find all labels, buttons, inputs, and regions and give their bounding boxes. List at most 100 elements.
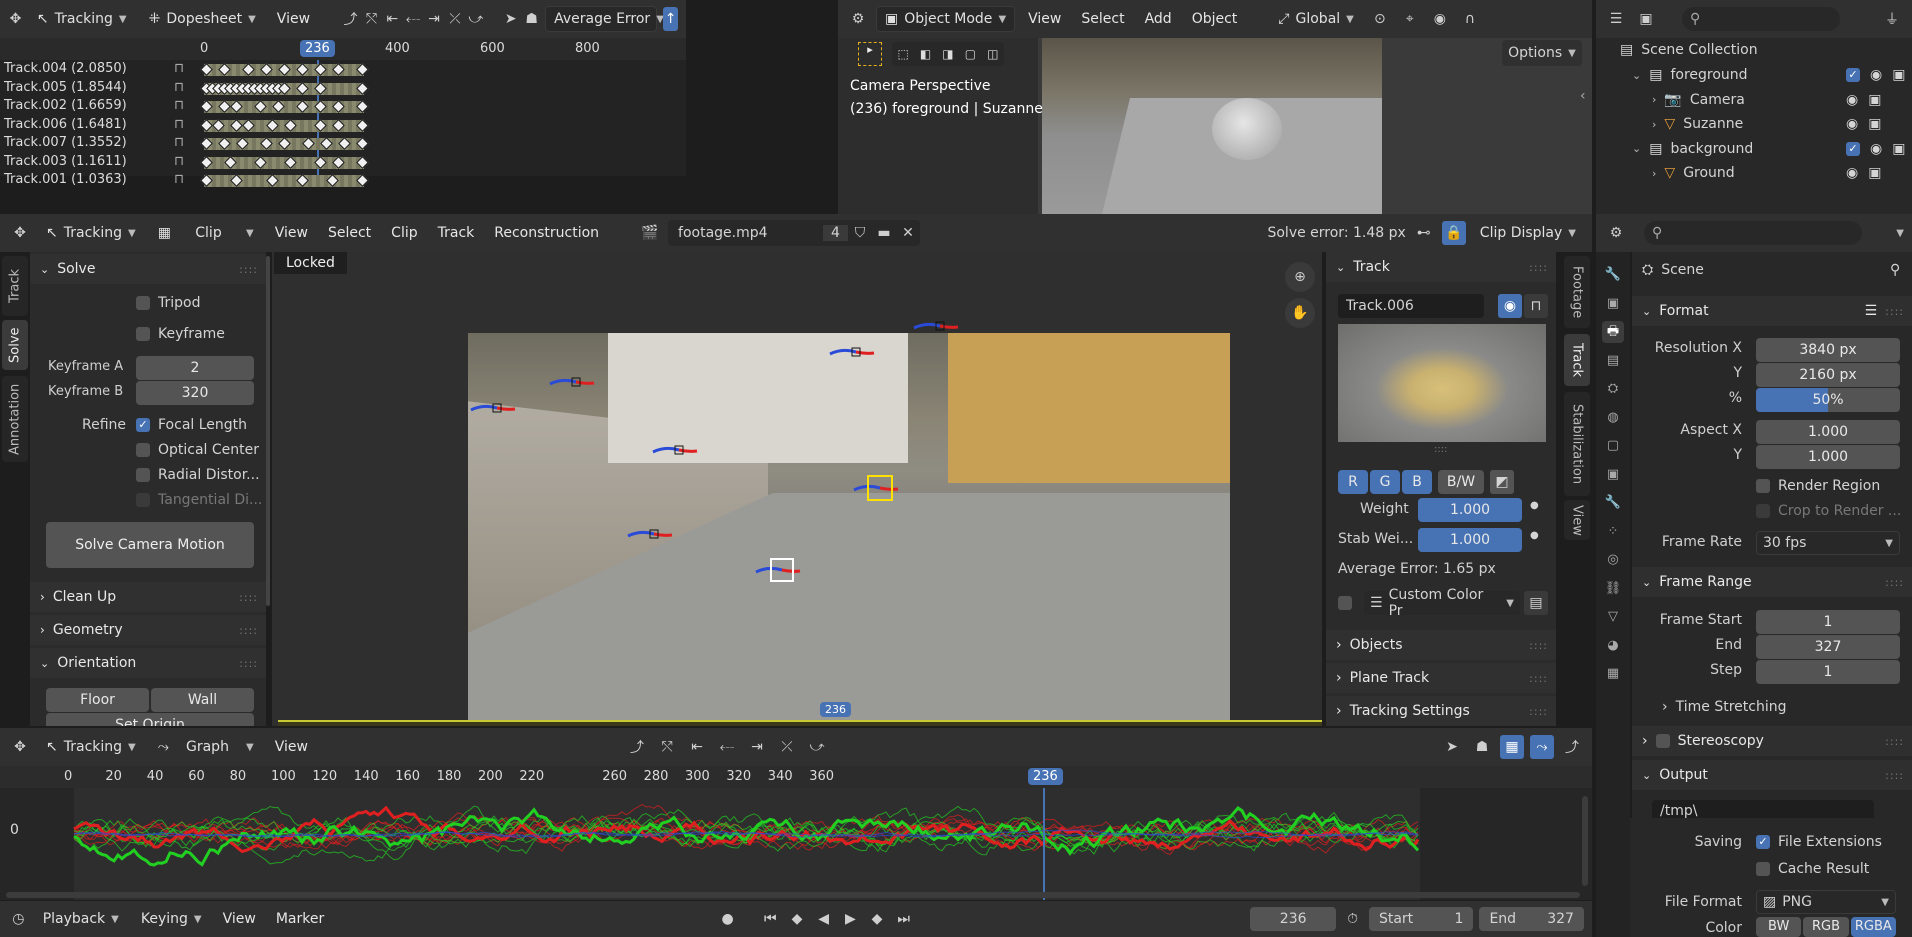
lock-icon[interactable]: ⊓	[174, 135, 184, 150]
clear-key-icon[interactable]: ⤲	[655, 735, 679, 759]
outliner-item-foreground[interactable]: ⌄ ▤ foreground	[1632, 64, 1748, 86]
fake-user-icon[interactable]: ⛉	[848, 221, 872, 245]
zoom-button[interactable]: ⊕	[1285, 262, 1315, 292]
sidebar-toggle-icon[interactable]: ‹	[1580, 88, 1586, 104]
jump-prev-icon[interactable]: ⇤	[385, 7, 400, 31]
curve-icon[interactable]: ⤻	[805, 735, 829, 759]
tracking-settings-panel-header[interactable]: › Tracking Settings::::	[1326, 696, 1556, 726]
prev-keyframe-icon[interactable]: ◆	[787, 907, 808, 931]
eye-icon[interactable]: ◉	[1498, 294, 1522, 318]
floor-button[interactable]: Floor	[46, 688, 149, 712]
view-menu[interactable]: View	[270, 11, 317, 27]
tab-annotation[interactable]: Annotation	[2, 376, 28, 462]
outliner-item-ground[interactable]: › ▽ Ground	[1652, 162, 1735, 184]
timeline-editor-icon[interactable]: ◷	[8, 907, 29, 931]
open-folder-icon[interactable]: ▬	[872, 221, 896, 245]
graph-current-frame[interactable]: 236	[1028, 768, 1063, 785]
display-mode-icon[interactable]: ▣	[1634, 7, 1658, 31]
editor-type-dropdown[interactable]: ↖ Tracking ▼	[38, 220, 144, 246]
output-panel-header[interactable]: ⌄ Output::::	[1632, 760, 1912, 790]
clip-canvas[interactable]: Locked 236 ⊕ ✋	[272, 252, 1322, 726]
track-row-label[interactable]: Track.001 (1.0363)	[4, 172, 127, 187]
sort-direction-icon[interactable]: ↑	[663, 7, 679, 31]
preview-resize-handle[interactable]: ::::	[1434, 444, 1447, 455]
render-camera-icon[interactable]: ▣	[1868, 116, 1881, 132]
channel-g-button[interactable]: G	[1370, 470, 1400, 494]
editor-type-dropdown[interactable]: ↖ Tracking ▼	[29, 6, 135, 32]
material-icon[interactable]: ◕	[1602, 635, 1624, 657]
weight-slider[interactable]: 1.000	[1418, 498, 1522, 522]
select-invert-icon[interactable]: ▢	[965, 47, 976, 61]
next-keyframe-icon[interactable]: ◆	[867, 907, 888, 931]
outliner-item-camera[interactable]: › 📷 Camera	[1652, 89, 1745, 111]
frame-scrubber[interactable]	[278, 720, 1322, 726]
render-icon[interactable]: ▣	[1602, 293, 1624, 315]
wall-button[interactable]: Wall	[151, 688, 254, 712]
output-path-field[interactable]: /tmp\	[1652, 800, 1874, 818]
disclosure-icon[interactable]: ›	[1652, 93, 1656, 106]
view-layer-icon[interactable]: ▤	[1602, 350, 1624, 372]
drag-handle-icon[interactable]: ::::	[1529, 672, 1548, 685]
keyframe-dot-icon[interactable]: ●	[1530, 500, 1539, 511]
presets-icon[interactable]: ☰	[1865, 303, 1878, 319]
optical-center-option[interactable]: Optical Center	[136, 442, 259, 458]
editor-type-3d-icon[interactable]: ⚙	[846, 7, 870, 31]
outliner-item-suzanne[interactable]: › ▽ Suzanne	[1652, 113, 1743, 135]
tab-view[interactable]: View	[1564, 500, 1590, 540]
jump-end-icon[interactable]: ⏭	[893, 907, 914, 931]
lock-icon[interactable]: 🔒	[1441, 221, 1466, 245]
render-region-checkbox[interactable]	[1756, 479, 1770, 493]
solve-camera-button[interactable]: Solve Camera Motion	[46, 522, 254, 568]
frame-end-field[interactable]: 327	[1756, 635, 1900, 659]
transform-gizmo-icon[interactable]: ✥	[8, 735, 32, 759]
outliner-search-field[interactable]: ⚲	[1682, 7, 1840, 31]
geometry-panel-header[interactable]: › Geometry::::	[30, 615, 266, 645]
key-tool-icon[interactable]: ⤴	[625, 735, 649, 759]
channel-b-button[interactable]: B	[1402, 470, 1432, 494]
drag-handle-icon[interactable]: ::::	[1529, 705, 1548, 718]
resolution-pct-slider[interactable]: 50%	[1756, 388, 1900, 412]
world-icon[interactable]: ◍	[1602, 407, 1624, 429]
disclosure-icon[interactable]: ⌄	[1632, 142, 1641, 155]
modifier-icon[interactable]: 🔧	[1602, 492, 1624, 514]
render-camera-icon[interactable]: ▣	[1892, 141, 1905, 157]
disclosure-icon[interactable]: ›	[1652, 118, 1656, 131]
scene-icon[interactable]: ⛭	[1602, 378, 1624, 400]
eye-icon[interactable]: ◉	[1870, 141, 1882, 157]
outliner-editor-icon[interactable]: ☰	[1604, 7, 1628, 31]
clip-menu-view[interactable]: View	[268, 225, 315, 241]
outliner-root[interactable]: ▤ Scene Collection	[1620, 42, 1758, 58]
ghost-icon[interactable]: ☗	[524, 7, 539, 31]
radial-distortion-option[interactable]: Radial Distor...	[136, 467, 260, 483]
timeline-view-menu[interactable]: View	[216, 911, 263, 927]
graph-mode-dropdown[interactable]: ⤳ Graph ▼	[150, 734, 262, 760]
viewport-menu-select[interactable]: Select	[1074, 11, 1131, 27]
drag-handle-icon[interactable]: ::::	[239, 263, 258, 276]
show-motion-icon[interactable]: ▦	[1500, 735, 1524, 759]
eye-icon[interactable]: ◉	[1846, 116, 1858, 132]
track-marker[interactable]	[829, 347, 875, 357]
lock-icon[interactable]: ⊓	[174, 61, 184, 76]
transform-gizmo-icon[interactable]: ✥	[8, 7, 23, 31]
graph-h-scrollbar[interactable]	[6, 892, 1580, 898]
data-icon[interactable]: ▽	[1602, 606, 1624, 628]
disable-icon[interactable]: ⤫	[775, 735, 799, 759]
frame-range-panel-header[interactable]: ⌄ Frame Range::::	[1632, 567, 1912, 597]
track-marker[interactable]	[652, 445, 698, 455]
select-new-icon[interactable]: ⬚	[898, 47, 909, 61]
pivot-link-icon[interactable]: ⊷	[1412, 221, 1436, 245]
graph-scrollbar[interactable]	[1582, 796, 1588, 886]
lock-track-icon[interactable]: ⊓	[1524, 294, 1548, 318]
tab-track[interactable]: Track	[2, 256, 28, 316]
disclosure-icon[interactable]: ›	[1652, 167, 1656, 180]
format-panel-header[interactable]: ⌄ Format ☰::::	[1632, 296, 1912, 326]
resolution-x-field[interactable]: 3840 px	[1756, 338, 1900, 362]
select-modes[interactable]: ⬚ ◧ ◨ ▢ ◫	[892, 42, 1004, 66]
plane-track-panel-header[interactable]: › Plane Track::::	[1326, 663, 1556, 693]
select-subtract-icon[interactable]: ◨	[942, 47, 953, 61]
time-stretching-subpanel[interactable]: › Time Stretching	[1662, 699, 1786, 715]
channel-bw-button[interactable]: B/W	[1438, 470, 1484, 494]
tripod-checkbox[interactable]	[136, 296, 150, 310]
drag-handle-icon[interactable]: ::::	[1529, 639, 1548, 652]
track-row-label[interactable]: Track.002 (1.6659)	[4, 98, 127, 113]
